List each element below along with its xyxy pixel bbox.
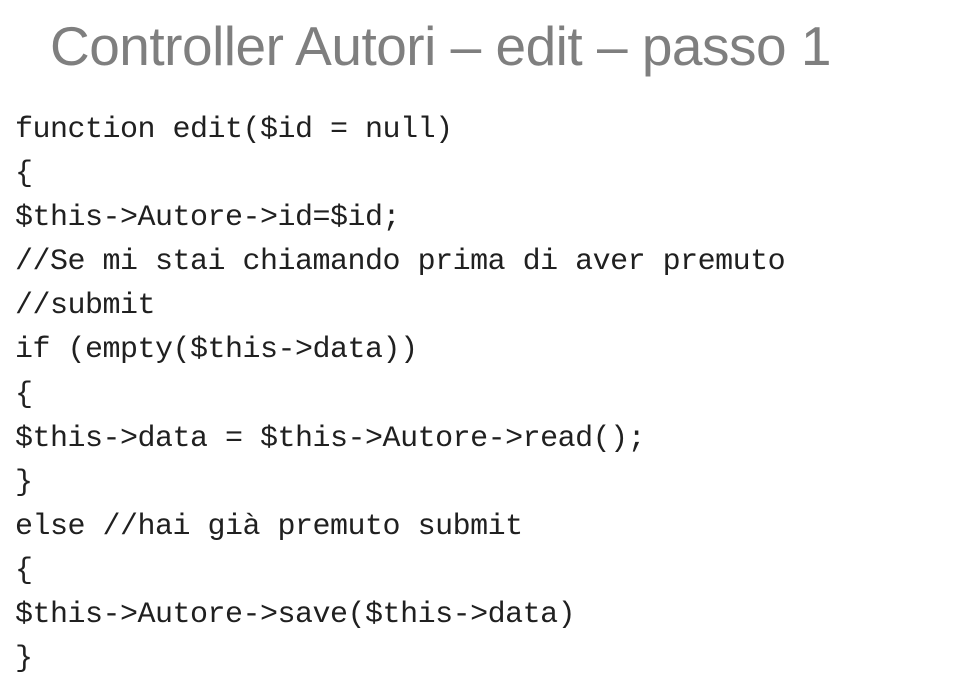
code-line: $this->data = $this->Autore->read(); [15, 422, 645, 456]
code-line: { [15, 157, 33, 191]
code-line: //submit [15, 289, 155, 323]
code-line: { [15, 554, 33, 588]
code-line: else //hai già premuto submit [15, 510, 523, 544]
code-block: function edit($id = null) { $this->Autor… [15, 108, 950, 681]
code-line: $this->Autore->id=$id; [15, 201, 400, 235]
code-line: { [15, 378, 33, 412]
code-line: $this->Autore->save($this->data) [15, 598, 575, 632]
code-line: function edit($id = null) [15, 113, 453, 147]
code-line: //Se mi stai chiamando prima di aver pre… [15, 245, 785, 279]
slide-title: Controller Autori – edit – passo 1 [50, 14, 950, 78]
code-line: } [15, 466, 33, 500]
code-line: } [15, 642, 33, 676]
code-line: if (empty($this->data)) [15, 333, 418, 367]
